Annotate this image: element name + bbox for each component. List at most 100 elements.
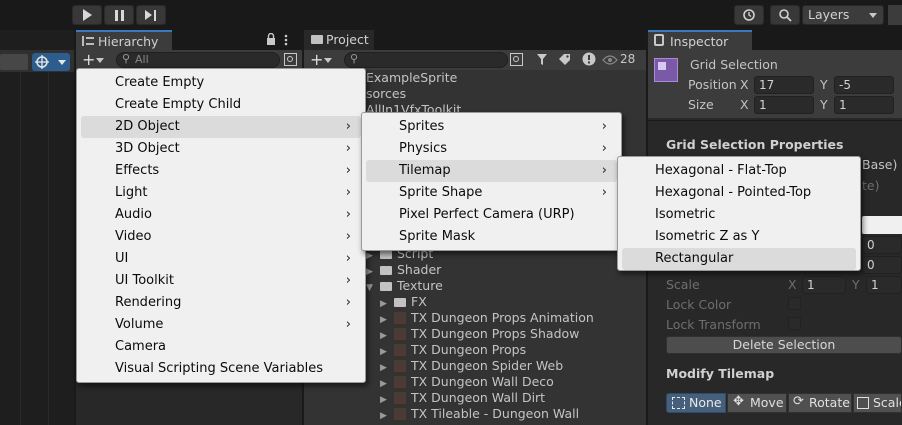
tree-item-label: Texture bbox=[397, 278, 443, 293]
search-filter-icon[interactable] bbox=[284, 53, 297, 66]
chevron-right-icon: › bbox=[601, 185, 607, 200]
tree-item-label: TX Dungeon Spider Web bbox=[411, 358, 564, 373]
menu-item-light[interactable]: Light › bbox=[81, 182, 361, 204]
project-item[interactable]: sorces bbox=[366, 86, 406, 102]
menu-item-create-empty[interactable]: Create Empty bbox=[81, 72, 361, 94]
kebab-menu-icon[interactable] bbox=[284, 34, 288, 46]
size-x-field[interactable]: 1 bbox=[754, 96, 814, 114]
menu-item-3d-object[interactable]: 3D Object › bbox=[81, 138, 361, 160]
project-tree-item[interactable]: ▶ TX Dungeon Wall Dirt bbox=[380, 390, 545, 406]
submenu-item-sprites[interactable]: Sprites › bbox=[366, 116, 617, 138]
menu-item-camera[interactable]: Camera bbox=[81, 336, 361, 358]
submenu-item-physics[interactable]: Physics › bbox=[366, 138, 617, 160]
modify-move-button[interactable]: ✥ Move bbox=[727, 393, 787, 413]
offset-field[interactable]: 0 bbox=[862, 256, 902, 274]
modify-none-button[interactable]: None bbox=[666, 393, 726, 413]
search-button[interactable] bbox=[770, 5, 800, 25]
tab-project[interactable]: Project bbox=[304, 30, 374, 50]
modify-rotate-button[interactable]: ⟳ Rotate bbox=[788, 393, 852, 413]
menu-item-2d-object[interactable]: 2D Object › bbox=[81, 116, 361, 138]
tag-icon[interactable] bbox=[558, 53, 571, 66]
chevron-right-icon: › bbox=[345, 273, 351, 288]
menu-item-ui-toolkit[interactable]: UI Toolkit › bbox=[81, 270, 361, 292]
submenu-item-hexagonal-flat-top[interactable]: Hexagonal - Flat-Top bbox=[622, 160, 856, 182]
submenu-item-tilemap[interactable]: Tilemap › bbox=[366, 160, 617, 182]
menu-item-volume[interactable]: Volume › bbox=[81, 314, 361, 336]
tab-hierarchy[interactable]: Hierarchy bbox=[76, 30, 172, 50]
lock-transform-checkbox[interactable] bbox=[788, 317, 801, 330]
menu-item-create-empty-child[interactable]: Create Empty Child bbox=[81, 94, 361, 116]
project-tree-item[interactable]: ▶ TX Dungeon Spider Web bbox=[380, 358, 563, 374]
create-context-menu: Create Empty Create Empty Child 2D Object ›… bbox=[76, 68, 366, 383]
chevron-right-icon: › bbox=[345, 119, 351, 134]
search-filter-icon[interactable] bbox=[510, 53, 523, 66]
play-button[interactable] bbox=[72, 5, 102, 25]
project-search-input[interactable]: ⚲ bbox=[344, 52, 508, 68]
project-item[interactable]: ExampleSprite bbox=[366, 70, 457, 86]
color-field[interactable] bbox=[862, 216, 902, 234]
layout-dropdown[interactable] bbox=[888, 5, 902, 25]
selection-icon bbox=[672, 397, 685, 409]
project-tree-item[interactable]: ▼ Texture bbox=[366, 278, 443, 294]
modify-scale-button[interactable]: Scale bbox=[853, 393, 902, 413]
submenu-item-hexagonal-pointed-top[interactable]: Hexagonal - Pointed-Top bbox=[622, 182, 856, 204]
warning-icon[interactable] bbox=[582, 52, 596, 66]
hierarchy-search-input[interactable]: ⚲ All bbox=[116, 52, 280, 68]
draw-mode-button[interactable] bbox=[0, 54, 28, 70]
plus-icon: + bbox=[82, 50, 96, 69]
menu-item-label: Tilemap bbox=[399, 163, 451, 178]
tab-label: Inspector bbox=[670, 34, 729, 49]
position-label: Position bbox=[688, 77, 737, 92]
delete-selection-button[interactable]: Delete Selection bbox=[666, 336, 902, 354]
submenu-item-pixel-perfect-camera-urp[interactable]: Pixel Perfect Camera (URP) bbox=[366, 204, 617, 226]
chevron-down-icon[interactable]: ▼ bbox=[366, 280, 380, 296]
tree-item-label: TX Dungeon Props Animation bbox=[411, 310, 594, 325]
submenu-item-isometric[interactable]: Isometric bbox=[622, 204, 856, 226]
project-tree-item[interactable]: ▶ TX Dungeon Props Animation bbox=[380, 310, 594, 326]
lock-icon[interactable] bbox=[266, 33, 276, 45]
position-y-field[interactable]: -5 bbox=[834, 76, 894, 94]
project-tree-item[interactable]: ▶ Shader bbox=[366, 262, 441, 278]
submenu-item-sprite-shape[interactable]: Sprite Shape › bbox=[366, 182, 617, 204]
scale-x-field[interactable]: 1 bbox=[802, 276, 846, 294]
menu-item-audio[interactable]: Audio › bbox=[81, 204, 361, 226]
submenu-item-isometric-z-as-y[interactable]: Isometric Z as Y bbox=[622, 226, 856, 248]
submenu-item-sprite-mask[interactable]: Sprite Mask bbox=[366, 226, 617, 248]
menu-item-label: Sprites bbox=[399, 119, 445, 134]
menu-item-visual-scripting-scene-variables[interactable]: Visual Scripting Scene Variables bbox=[81, 358, 361, 380]
history-button[interactable] bbox=[734, 5, 764, 25]
project-tree-item[interactable]: ▶ TX Tileable - Dungeon Wall bbox=[380, 406, 579, 422]
hidden-packages-toggle[interactable]: 28 bbox=[600, 51, 644, 69]
scale-y-field[interactable]: 1 bbox=[866, 276, 902, 294]
chevron-right-icon[interactable]: ▶ bbox=[380, 408, 394, 424]
menu-item-rendering[interactable]: Rendering › bbox=[81, 292, 361, 314]
menu-item-label: Visual Scripting Scene Variables bbox=[115, 361, 324, 376]
project-tree-item[interactable]: ▶ TX Dungeon Props Shadow bbox=[380, 326, 579, 342]
step-button[interactable] bbox=[136, 5, 166, 25]
project-tree-item[interactable]: ▶ TX Dungeon Props bbox=[380, 342, 526, 358]
project-tree-item[interactable]: ▶ TX Dungeon Wall Deco bbox=[380, 374, 554, 390]
lock-color-checkbox[interactable] bbox=[788, 297, 801, 310]
project-create-button[interactable]: + bbox=[308, 51, 334, 69]
filter-type-icon[interactable] bbox=[536, 53, 548, 66]
chevron-down-icon bbox=[58, 60, 66, 65]
size-y-field[interactable]: 1 bbox=[834, 96, 894, 114]
submenu-item-rectangular[interactable]: Rectangular bbox=[622, 248, 856, 270]
size-label: Size bbox=[688, 97, 714, 112]
folder-icon bbox=[311, 35, 323, 44]
layers-dropdown[interactable]: Layers bbox=[802, 5, 884, 25]
texture-icon bbox=[394, 360, 406, 372]
menu-item-effects[interactable]: Effects › bbox=[81, 160, 361, 182]
menu-item-video[interactable]: Video › bbox=[81, 226, 361, 248]
tab-inspector[interactable]: Inspector bbox=[648, 30, 752, 50]
pause-button[interactable] bbox=[104, 5, 134, 25]
position-x-field[interactable]: 17 bbox=[754, 76, 814, 94]
gizmo-toggle-button[interactable] bbox=[32, 53, 70, 71]
hidden-count: 28 bbox=[620, 52, 636, 66]
tree-item-label: TX Dungeon Wall Dirt bbox=[411, 390, 546, 405]
create-button[interactable]: + bbox=[80, 51, 106, 69]
modify-scale-label: Scale bbox=[873, 395, 901, 410]
project-tree-item[interactable]: ▶ FX bbox=[380, 294, 427, 310]
menu-item-ui[interactable]: UI › bbox=[81, 248, 361, 270]
offset-field[interactable]: 0 bbox=[862, 236, 902, 254]
